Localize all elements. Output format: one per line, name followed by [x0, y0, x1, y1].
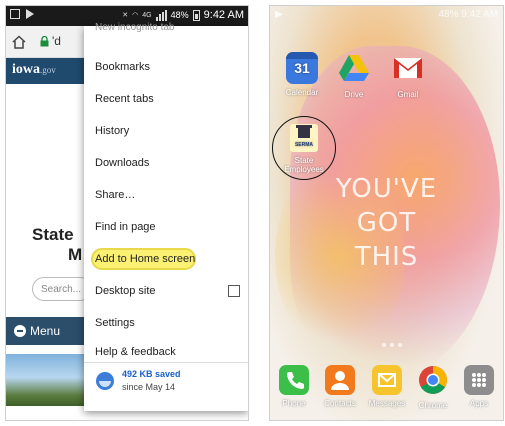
- play-store-notification-icon: [26, 9, 34, 19]
- dock-phone[interactable]: Phone: [273, 365, 315, 408]
- apps-grid-icon: [464, 365, 494, 395]
- page-heading-line1: State: [32, 225, 74, 244]
- app-drive[interactable]: Drive: [332, 52, 376, 99]
- menu-item-settings[interactable]: Settings: [84, 309, 248, 337]
- gallery-notification-icon: [10, 9, 20, 19]
- messages-icon: [372, 365, 402, 395]
- iowa-gov-logo[interactable]: iowa.gov: [12, 62, 56, 78]
- right-phone-homescreen: ▶ 48% 9:42 AM 31 Calendar Drive Gmail SE…: [269, 5, 504, 421]
- dock-label: Contacts: [324, 399, 356, 408]
- battery-icon: [192, 9, 200, 21]
- app-gmail[interactable]: Gmail: [386, 52, 430, 99]
- contacts-icon: [325, 365, 355, 395]
- menu-item-history[interactable]: History: [84, 117, 248, 145]
- wallpaper-text-line1: YOU'VE: [335, 174, 438, 204]
- menu-divider: [84, 362, 248, 363]
- menu-item-share[interactable]: Share…: [84, 181, 248, 209]
- menu-item-recent-tabs[interactable]: Recent tabs: [84, 85, 248, 113]
- wallpaper-text-line3: THIS: [354, 242, 419, 272]
- dock-label: Apps: [469, 399, 489, 408]
- signal-icon: [155, 9, 167, 21]
- dock-apps[interactable]: Apps: [458, 365, 500, 408]
- dock-messages[interactable]: Messages: [366, 365, 408, 408]
- page-heading-line2: M: [68, 245, 83, 264]
- menu-item-desktop-site[interactable]: Desktop site: [84, 277, 248, 305]
- wallpaper-text-line2: GOT: [356, 208, 417, 238]
- menu-item-bookmarks[interactable]: Bookmarks: [84, 53, 248, 81]
- notification-flag-icon: ▶: [275, 9, 283, 20]
- wifi-icon: ◠: [132, 12, 139, 19]
- data-saved-since: since May 14: [122, 382, 176, 392]
- battery-percent: 48%: [438, 9, 459, 20]
- dock-contacts[interactable]: Contacts: [319, 365, 361, 408]
- url-text[interactable]: 'd: [52, 34, 61, 48]
- battery-percent: 48%: [170, 10, 189, 20]
- lock-icon: [40, 36, 49, 47]
- data-saver-icon: [96, 372, 114, 390]
- drive-icon: [339, 55, 369, 81]
- menu-circle-icon: [14, 325, 26, 337]
- menu-item-find-in-page[interactable]: Find in page: [84, 213, 248, 241]
- data-saved-amount[interactable]: 492 KB saved: [122, 369, 181, 379]
- gmail-icon: [394, 58, 422, 78]
- app-label: Gmail: [397, 90, 419, 99]
- home-icon[interactable]: [12, 35, 26, 49]
- dock-label: Messages: [368, 399, 406, 408]
- menu-item-add-to-home-screen[interactable]: Add to Home screen: [84, 245, 248, 273]
- menu-label[interactable]: Menu: [30, 324, 60, 338]
- dock-label: Chrome: [418, 401, 448, 410]
- calendar-icon: 31: [286, 52, 318, 84]
- site-search-input[interactable]: Search...: [32, 277, 92, 301]
- chrome-icon: [419, 366, 447, 394]
- page-indicator: [382, 343, 402, 347]
- left-phone-screen: ✕ ◠ 4G 48% 9:42 AM 'd iowa.gov State M S…: [5, 5, 249, 421]
- menu-item-new-incognito-tab[interactable]: New incognito tab: [95, 22, 175, 33]
- circle-annotation: [272, 116, 336, 180]
- lte-icon: 4G: [142, 11, 152, 19]
- chrome-overflow-menu: New incognito tab Bookmarks Recent tabs …: [84, 22, 248, 411]
- status-time: 9:42 AM: [203, 9, 244, 21]
- dock-chrome[interactable]: Chrome: [412, 365, 454, 410]
- mute-icon: ✕: [122, 12, 129, 19]
- phone-icon: [279, 365, 309, 395]
- screenshot-root: ✕ ◠ 4G 48% 9:42 AM 'd iowa.gov State M S…: [0, 0, 505, 426]
- desktop-site-checkbox[interactable]: [228, 285, 240, 297]
- status-bar: ▶ 48% 9:42 AM: [270, 6, 503, 24]
- menu-item-downloads[interactable]: Downloads: [84, 149, 248, 177]
- app-label: Drive: [344, 90, 364, 99]
- desktop-site-label: Desktop site: [95, 285, 156, 297]
- status-time: 9:42 AM: [461, 9, 498, 20]
- dock-label: Phone: [282, 399, 306, 408]
- app-label: Calendar: [285, 88, 319, 97]
- app-calendar[interactable]: 31 Calendar: [280, 52, 324, 97]
